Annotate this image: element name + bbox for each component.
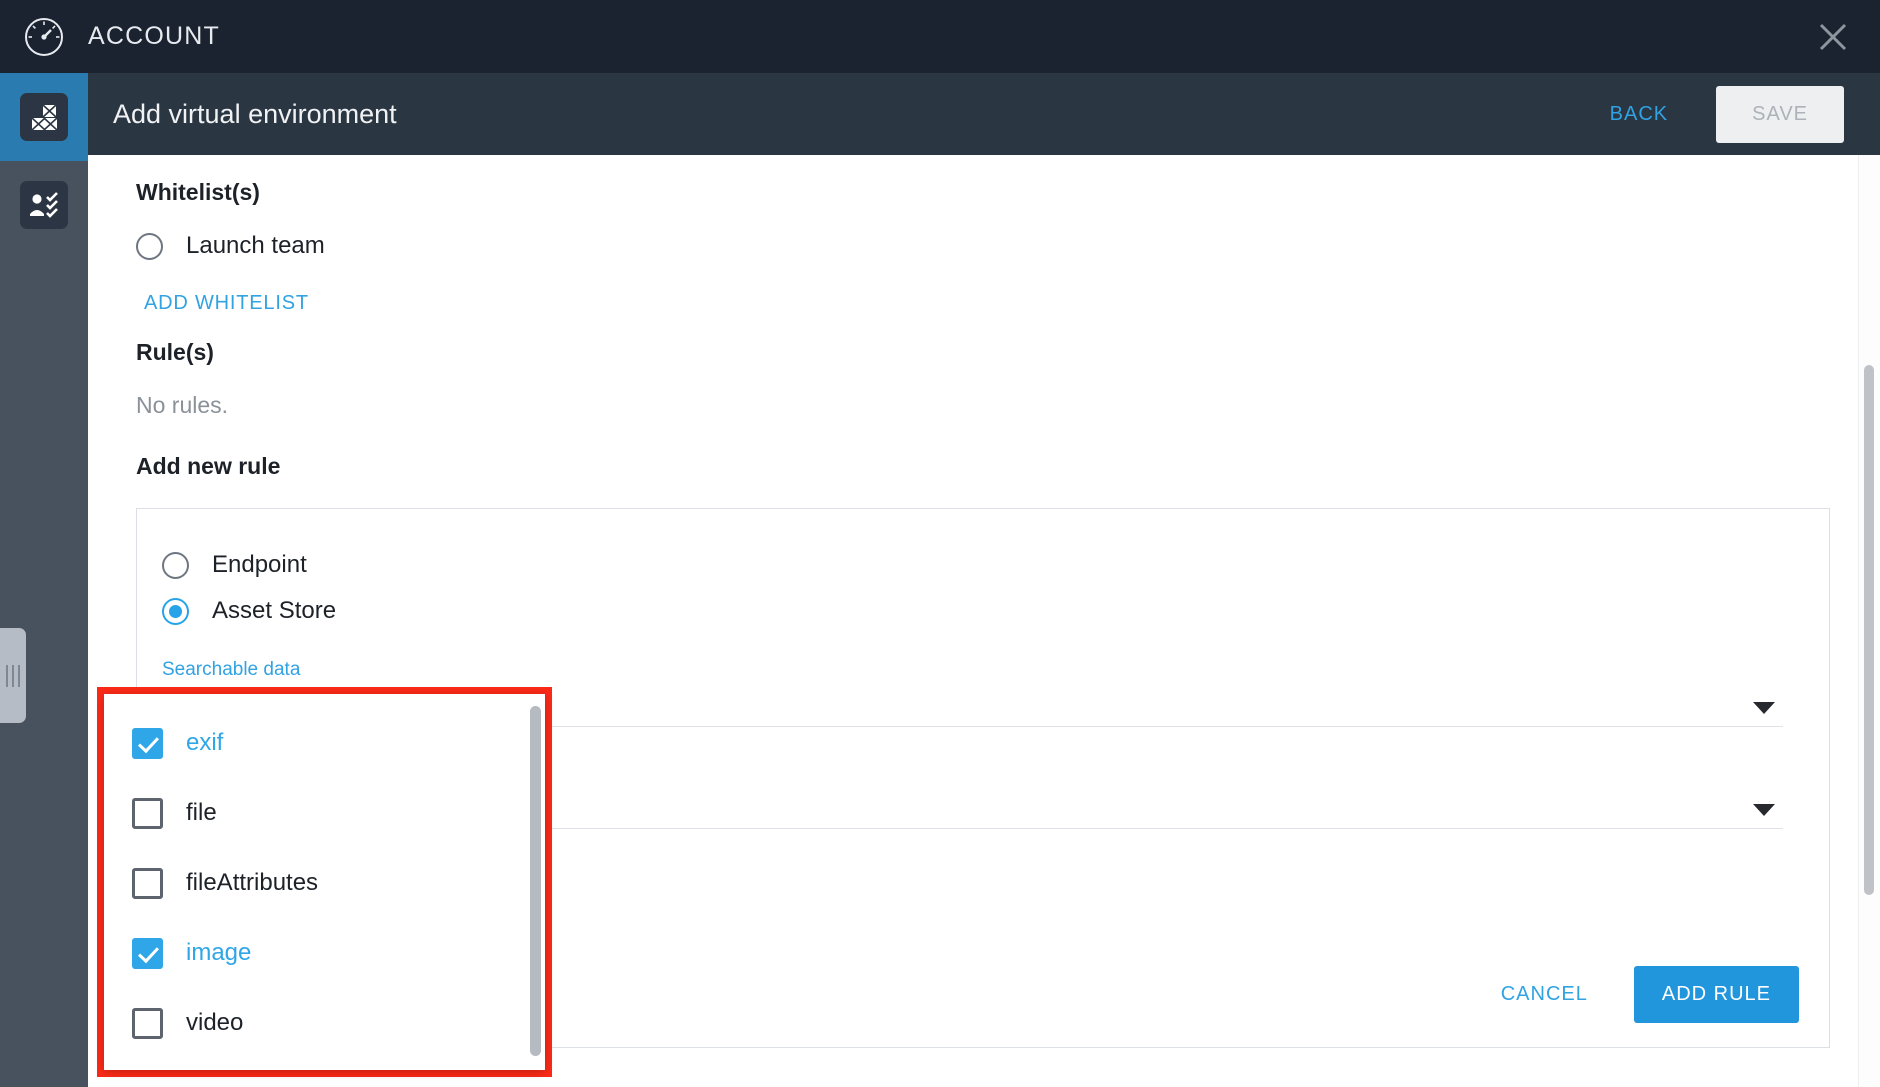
- add-rule-button[interactable]: ADD RULE: [1633, 966, 1799, 1023]
- dropdown-scrollbar-thumb[interactable]: [530, 706, 541, 1056]
- save-button[interactable]: SAVE: [1716, 85, 1844, 143]
- form-header: Add virtual environment BACK SAVE: [88, 73, 1880, 155]
- rule-type-asset-store-label: Asset Store: [212, 597, 337, 624]
- rule-card-actions: CANCEL ADD RULE: [1479, 966, 1799, 1023]
- sidebar-item-virtual-environments[interactable]: [0, 73, 88, 161]
- form-title: Add virtual environment: [113, 98, 397, 129]
- drag-handle-icon[interactable]: [0, 628, 26, 723]
- user-checklist-icon: [20, 181, 68, 229]
- app-root: ACCOUNT Add virtual environment BACK SAV…: [0, 0, 1880, 1087]
- account-bar: ACCOUNT: [0, 0, 1880, 73]
- chevron-down-icon[interactable]: [1753, 702, 1775, 714]
- searchable-data-label: Searchable data: [162, 659, 301, 680]
- sidebar-item-whitelists[interactable]: [0, 161, 88, 249]
- dropdown-item-label: file: [186, 799, 217, 826]
- dropdown-item-label: video: [186, 1009, 244, 1036]
- whitelists-heading: Whitelist(s): [136, 179, 260, 205]
- add-whitelist-button[interactable]: ADD WHITELIST: [144, 292, 309, 315]
- dropdown-list: exif file fileAttributes image video: [104, 694, 545, 1058]
- form-header-actions: BACK SAVE: [1588, 85, 1880, 143]
- dropdown-item-file[interactable]: file: [104, 778, 545, 848]
- rule-type-endpoint[interactable]: Endpoint: [162, 551, 1829, 579]
- checkbox-icon[interactable]: [132, 797, 163, 829]
- dropdown-item-label: fileAttributes: [186, 869, 319, 896]
- virtual-environment-blocks-icon: [20, 93, 68, 141]
- radio-icon[interactable]: [162, 597, 189, 625]
- dropdown-item-video[interactable]: video: [104, 988, 545, 1058]
- dropdown-item-label: exif: [186, 729, 224, 756]
- dropdown-item-exif[interactable]: exif: [104, 708, 545, 778]
- radio-icon[interactable]: [136, 232, 163, 260]
- radio-icon[interactable]: [162, 551, 189, 579]
- chevron-down-icon[interactable]: [1753, 804, 1775, 816]
- checkbox-icon[interactable]: [132, 727, 163, 759]
- whitelist-option-label: Launch team: [186, 232, 325, 259]
- searchable-data-dropdown[interactable]: exif file fileAttributes image video: [104, 694, 545, 1070]
- rule-type-endpoint-label: Endpoint: [212, 551, 307, 578]
- back-button[interactable]: BACK: [1588, 93, 1690, 136]
- add-new-rule-heading: Add new rule: [136, 453, 281, 479]
- sidebar-rail: [0, 73, 88, 1087]
- content-scrollbar-thumb[interactable]: [1864, 365, 1874, 895]
- page-title: ACCOUNT: [88, 22, 221, 50]
- rules-heading: Rule(s): [136, 339, 214, 365]
- checkbox-icon[interactable]: [132, 937, 163, 969]
- dropdown-item-label: image: [186, 939, 252, 966]
- whitelist-option-launch-team[interactable]: Launch team: [136, 232, 1880, 260]
- rules-empty-text: No rules.: [136, 392, 229, 418]
- close-icon[interactable]: [1816, 20, 1850, 54]
- dropdown-item-fileattributes[interactable]: fileAttributes: [104, 848, 545, 918]
- cancel-button[interactable]: CANCEL: [1479, 971, 1610, 1018]
- gauge-icon: [0, 0, 88, 73]
- dropdown-item-image[interactable]: image: [104, 918, 545, 988]
- checkbox-icon[interactable]: [132, 1007, 163, 1039]
- checkbox-icon[interactable]: [132, 867, 163, 899]
- rule-type-asset-store[interactable]: Asset Store: [162, 597, 1829, 625]
